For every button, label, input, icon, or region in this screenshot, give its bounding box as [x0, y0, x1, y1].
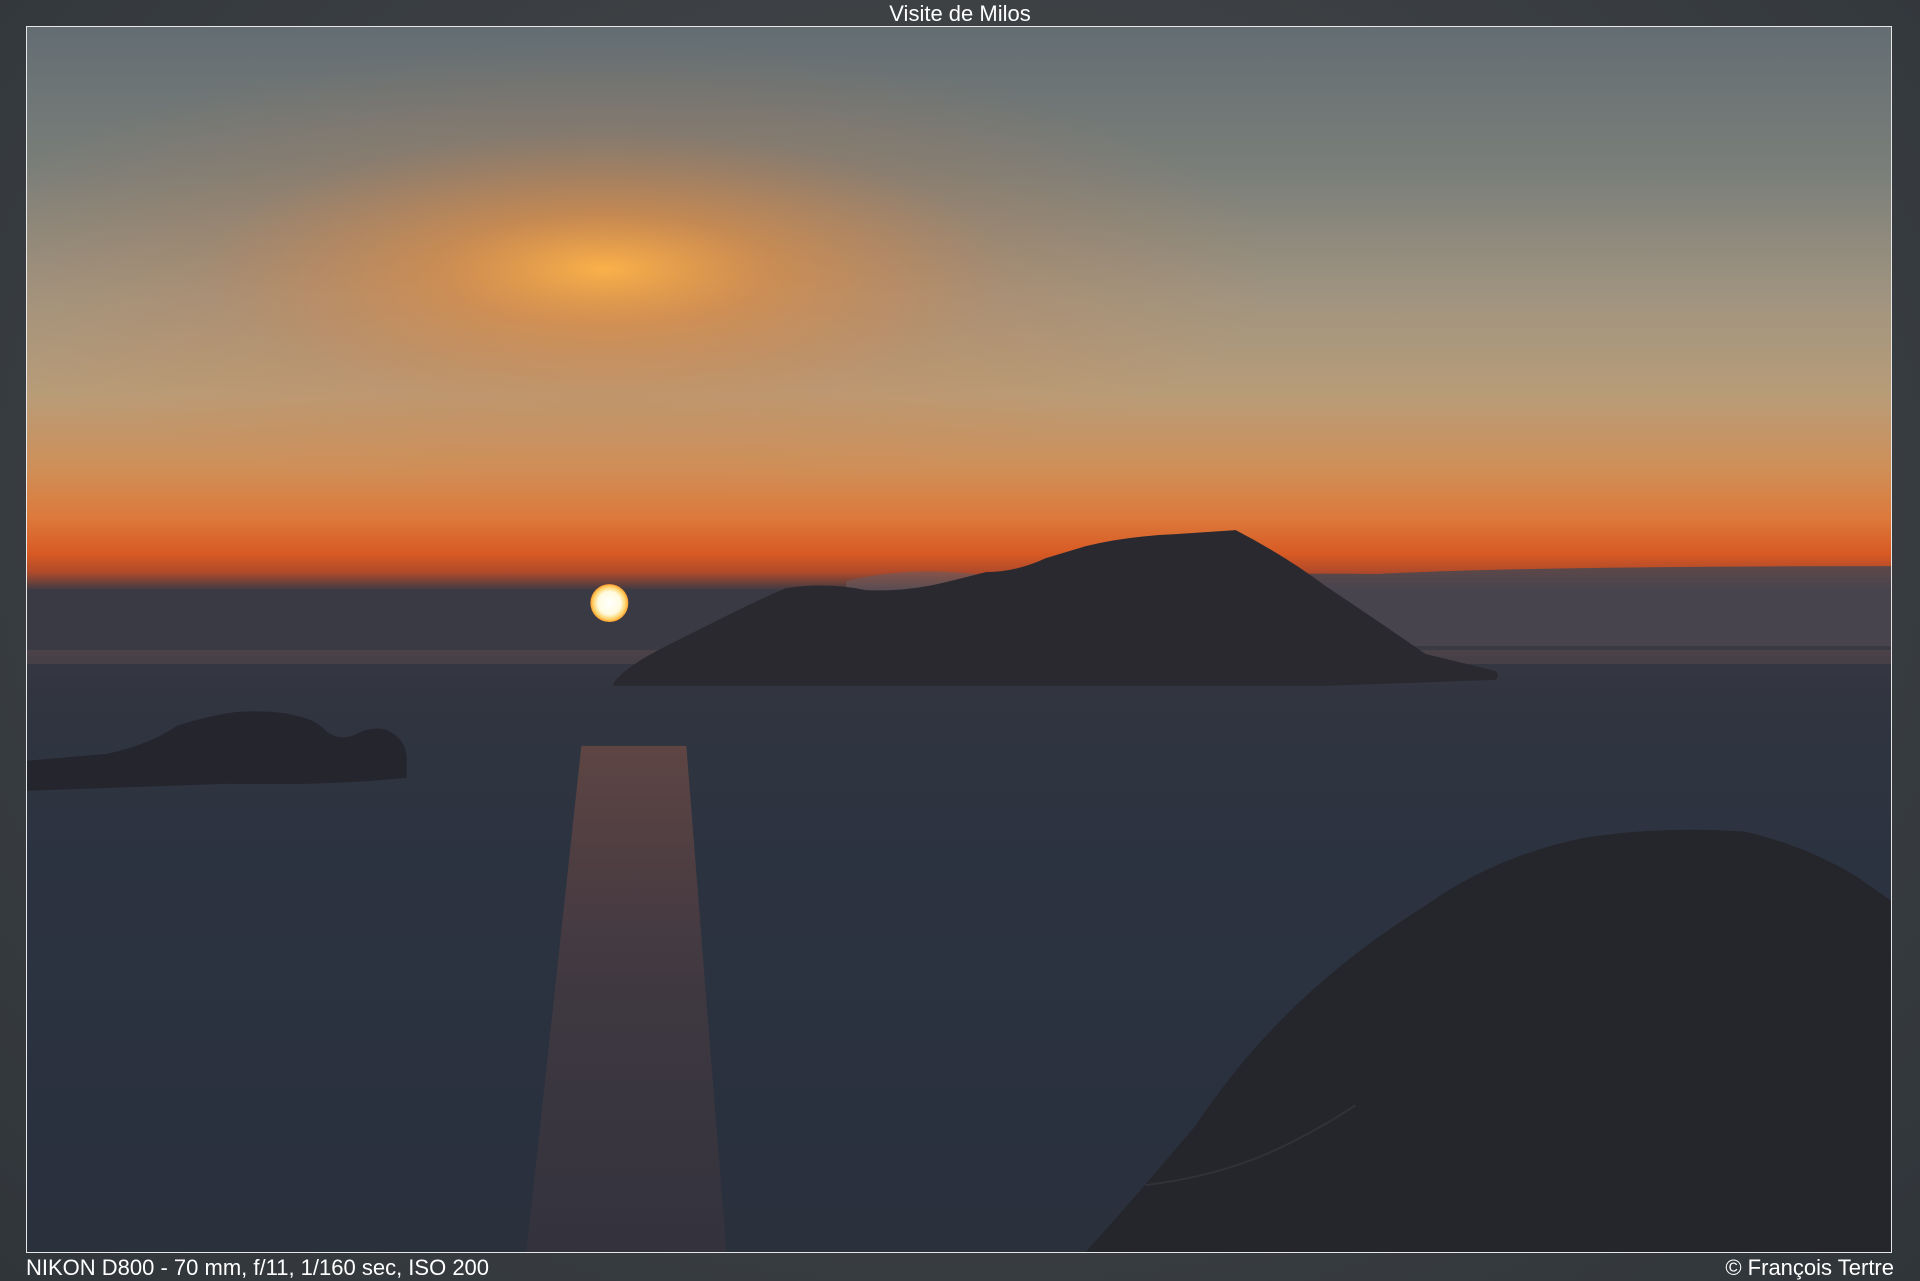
- photo-frame: [26, 26, 1892, 1253]
- copyright: © François Tertre: [1725, 1255, 1894, 1280]
- sunset-photo: [27, 27, 1891, 1252]
- camera-info: NIKON D800 - 70 mm, f/11, 1/160 sec, ISO…: [26, 1255, 490, 1280]
- sun: [590, 584, 629, 623]
- sun-glow: [27, 27, 1891, 656]
- page-title: Visite de Milos: [889, 1, 1031, 26]
